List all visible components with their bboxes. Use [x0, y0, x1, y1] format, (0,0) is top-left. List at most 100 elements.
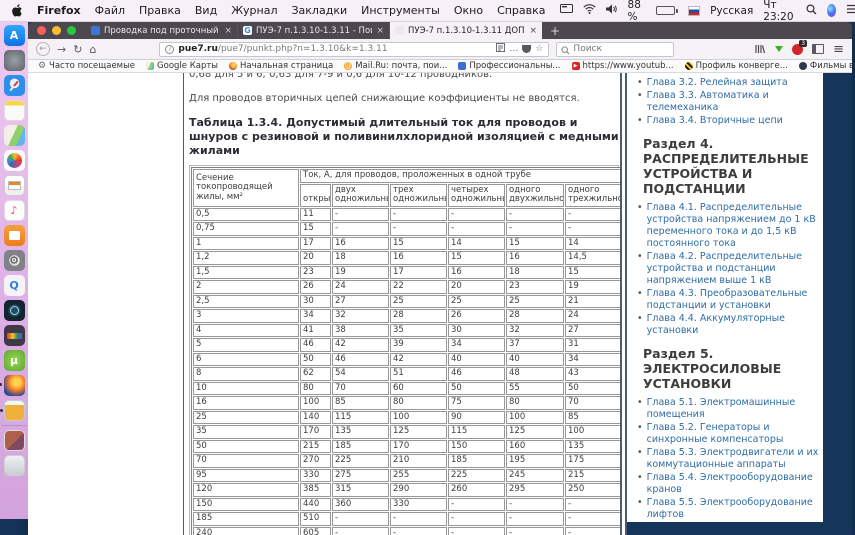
adblock-icon[interactable]: 3	[792, 39, 808, 55]
zoom-window-button[interactable]	[67, 26, 76, 35]
siri-icon[interactable]	[827, 4, 837, 17]
sidebar-chapter-link[interactable]: Глава 4.1. Распределительные устройства …	[647, 202, 819, 250]
tab[interactable]: G ПУЭ-7 п.1.3.10-1.3.11 - Поиск в ×	[238, 22, 390, 39]
dock-icon-time-machine[interactable]	[3, 300, 25, 321]
table-cell: 17	[300, 236, 331, 250]
tab-close-icon[interactable]: ×	[376, 26, 384, 36]
reload-button[interactable]: ↻	[73, 44, 82, 55]
dock-icon-app-store[interactable]: A	[3, 25, 25, 46]
table-cell: 40	[506, 352, 564, 366]
bookmark-item[interactable]: Google Карты	[146, 61, 218, 71]
back-button[interactable]: ←	[36, 42, 50, 56]
close-window-button[interactable]	[37, 26, 46, 35]
tab-close-icon[interactable]: ×	[529, 26, 537, 36]
dock-icon-launchpad[interactable]	[3, 50, 25, 71]
bookmark-item[interactable]: Начальная страница	[229, 61, 333, 71]
notification-center-icon[interactable]	[846, 4, 855, 17]
url-text[interactable]: pue7.ru/pue7/punkt.php?n=1.3.10&k=1.3.11	[178, 44, 492, 54]
bookmark-item[interactable]: @ Mail.Ru: почта, пои...	[344, 61, 447, 71]
home-button[interactable]: ⌂	[89, 44, 96, 55]
bookmark-item[interactable]: ⚙ Часто посещаемые	[38, 61, 135, 71]
tab-close-icon[interactable]: ×	[224, 26, 232, 36]
input-language-flag-icon[interactable]	[688, 5, 701, 16]
spotlight-search-icon[interactable]	[806, 3, 817, 18]
dock-icon-quicktime[interactable]: Q	[3, 275, 25, 296]
pocket-icon[interactable]	[522, 45, 532, 53]
dock-icon-safari[interactable]	[3, 75, 25, 96]
sidebar-chapter-link[interactable]: Глава 5.5. Электрооборудование лифтов	[647, 497, 819, 521]
sidebar-chapter-link[interactable]: Глава 5.4. Электрооборудование кранов	[647, 472, 819, 496]
search-input[interactable]	[573, 44, 670, 54]
dock-icon-maps[interactable]	[3, 125, 25, 146]
menubar-clock[interactable]: Чт 23:20	[763, 0, 796, 23]
bookmark-item[interactable]: Профессиональны...	[458, 61, 561, 71]
dock-icon-firefox[interactable]	[0, 375, 25, 396]
menubar-item[interactable]: Правка	[139, 4, 181, 17]
table-cell: 37	[506, 338, 564, 352]
adblock-badge: 3	[799, 39, 808, 47]
library-icon[interactable]	[754, 40, 766, 59]
sidebar-chapter-link[interactable]: Глава 3.3. Автоматика и телемеханика	[647, 90, 819, 114]
sidebar-chapter-link[interactable]: Глава 5.1. Электромашинные помещения	[647, 397, 819, 421]
dock-icon-books[interactable]	[3, 225, 25, 246]
sidebar-chapter-link[interactable]: Глава 3.2. Релейная защита	[647, 77, 788, 89]
menubar-item[interactable]: Закладки	[292, 4, 348, 17]
downloads-icon[interactable]	[775, 46, 784, 52]
bookmark-item[interactable]: Профиль конверге...	[684, 61, 788, 71]
bullet-icon: •	[637, 90, 643, 101]
apple-menu-icon[interactable]	[12, 4, 23, 17]
dock-icon-calendar[interactable]	[0, 400, 25, 421]
menubar-item[interactable]: Окно	[454, 4, 483, 17]
tab[interactable]: ПУЭ-7 п.1.3.10-1.3.11 ДОПУСТ ×	[390, 22, 542, 39]
bookmark-star-icon[interactable]: ☆	[535, 44, 543, 54]
sidebar-chapter-link[interactable]: Глава 4.4. Аккумуляторные установки	[647, 313, 819, 337]
dock-icon-trash[interactable]	[3, 455, 25, 476]
menubar-item[interactable]: Справка	[497, 4, 545, 17]
display-icon[interactable]	[559, 4, 573, 17]
dock-icon-imovie[interactable]	[3, 325, 25, 346]
dock-icon-utorrent[interactable]: µ	[3, 350, 25, 371]
reader-view-icon[interactable]	[496, 43, 506, 55]
dock-icon-photos[interactable]	[3, 150, 25, 171]
page-actions-icon[interactable]: …	[509, 44, 518, 54]
dock-icon-itunes[interactable]: ♪	[3, 200, 25, 221]
new-tab-button[interactable]: +	[542, 22, 568, 39]
dock-icon-notes[interactable]	[3, 100, 25, 121]
table-cell: 385	[300, 483, 331, 497]
sidebar-chapter-link[interactable]: Глава 4.2. Распределительные устройства …	[647, 251, 819, 287]
tab[interactable]: Проводка под проточный вод ×	[86, 22, 238, 39]
input-language-label[interactable]: Русская	[710, 5, 753, 17]
dock-icon-textedit[interactable]	[3, 175, 25, 196]
bookmark-item[interactable]: Фильмы в HD 1080 ...	[798, 61, 852, 71]
site-info-icon[interactable]: i	[165, 44, 175, 54]
url-bar[interactable]: i pue7.ru/pue7/punkt.php?n=1.3.10&k=1.3.…	[159, 41, 550, 57]
menu-hamburger-icon[interactable]: ≡	[833, 43, 844, 56]
sidebar-toggle-icon[interactable]	[812, 44, 825, 54]
volume-icon[interactable]	[605, 4, 618, 17]
menubar-item[interactable]: Инструменты	[361, 4, 440, 17]
dock-icon-system-preferences[interactable]: ⚙	[3, 250, 25, 271]
forward-button[interactable]: →	[57, 44, 66, 55]
current-ratings-table: Сечение токопроводящей жилы, мм² Ток, А,…	[191, 167, 620, 535]
sidebar-section-heading: Раздел 5. ЭЛЕКТРОСИЛОВЫЕ УСТАНОВКИ	[643, 346, 782, 391]
sidebar-chapter-link[interactable]: Глава 5.3. Электродвигатели и их коммута…	[647, 447, 819, 471]
sidebar-chapter-link[interactable]: Глава 5.2. Генераторы и синхронные компе…	[647, 422, 819, 446]
menubar-item[interactable]: Вид	[195, 4, 217, 17]
table-cell: 39	[390, 338, 447, 352]
menubar-item[interactable]: Журнал	[231, 4, 277, 17]
minimize-window-button[interactable]	[52, 26, 61, 35]
table-cell: 43	[565, 367, 620, 381]
bookmark-item[interactable]: ▶ https://www.youtub...	[571, 61, 674, 71]
table-cell: 260	[448, 483, 505, 497]
sidebar-chapter-link[interactable]: Глава 4.3. Преобразовательные подстанции…	[647, 288, 819, 312]
battery-icon[interactable]	[656, 6, 679, 15]
table-cell: 1,2	[193, 251, 299, 265]
dock-icon-image-file[interactable]	[3, 430, 25, 451]
sidebar-chapter-link[interactable]: Глава 3.4. Вторичные цепи	[647, 115, 783, 127]
table-row: 5 46 42 39 34 37 31	[193, 338, 620, 352]
wifi-icon[interactable]	[582, 4, 596, 17]
menubar-app-name[interactable]: Firefox	[37, 4, 81, 17]
bookmark-label: Профиль конверге...	[695, 61, 788, 71]
search-box[interactable]	[556, 41, 675, 57]
menubar-item[interactable]: Файл	[95, 4, 125, 17]
